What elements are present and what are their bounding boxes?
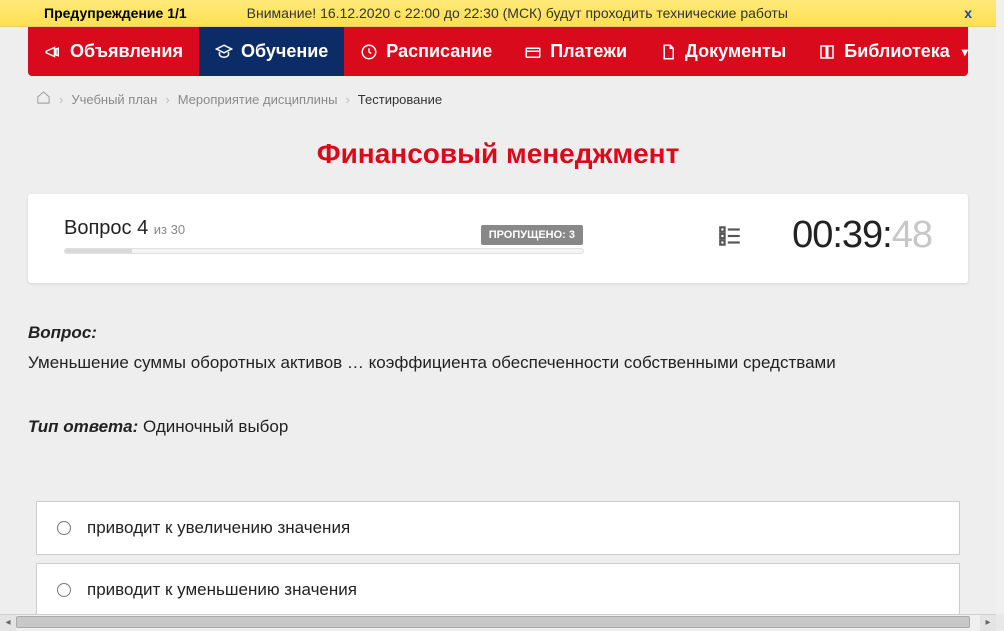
main-nav: Объявления Обучение Расписание Платежи Д… bbox=[28, 27, 968, 76]
scroll-thumb[interactable] bbox=[16, 616, 970, 628]
answer-type: Тип ответа: Одиночный выбор bbox=[28, 417, 968, 437]
alert-title: Предупреждение 1/1 bbox=[44, 5, 187, 21]
nav-label: Документы bbox=[685, 41, 786, 62]
nav-label: Объявления bbox=[70, 41, 183, 62]
question-counter: Вопрос 4 из 30 bbox=[64, 217, 692, 240]
option-label: приводит к уменьшению значения bbox=[87, 580, 357, 600]
page-title: Финансовый менеджмент bbox=[0, 138, 996, 170]
breadcrumb-current: Тестирование bbox=[358, 92, 442, 107]
vertical-scrollbar[interactable] bbox=[996, 0, 1004, 614]
skipped-badge: ПРОПУЩЕНО: 3 bbox=[481, 225, 583, 245]
alert-text: Внимание! 16.12.2020 с 22:00 до 22:30 (М… bbox=[247, 5, 788, 21]
option-row[interactable]: приводит к увеличению значения bbox=[36, 501, 960, 555]
option-row[interactable]: приводит к уменьшению значения bbox=[36, 563, 960, 614]
breadcrumb: › Учебный план › Мероприятие дисциплины … bbox=[0, 76, 996, 122]
question-list-button[interactable] bbox=[716, 222, 744, 250]
nav-payments[interactable]: Платежи bbox=[508, 27, 643, 76]
nav-label: Библиотека bbox=[844, 41, 950, 62]
education-icon bbox=[215, 43, 233, 61]
options-list: приводит к увеличению значения приводит … bbox=[28, 501, 968, 614]
close-icon[interactable]: x bbox=[964, 5, 972, 21]
chevron-down-icon: ▾ bbox=[962, 45, 968, 59]
question-label: Вопрос: bbox=[28, 323, 968, 343]
nav-library[interactable]: Библиотека ▾ bbox=[802, 27, 984, 76]
option-radio[interactable] bbox=[57, 521, 71, 535]
nav-announcements[interactable]: Объявления bbox=[28, 27, 199, 76]
breadcrumb-link[interactable]: Мероприятие дисциплины bbox=[178, 92, 338, 107]
document-icon bbox=[659, 43, 677, 61]
scroll-right-icon[interactable]: ▸ bbox=[980, 615, 996, 631]
nav-education[interactable]: Обучение bbox=[199, 27, 344, 76]
nav-label: Обучение bbox=[241, 41, 328, 62]
question-panel: Вопрос 4 из 30 ПРОПУЩЕНО: 3 00:39:48 bbox=[28, 194, 968, 283]
home-icon[interactable] bbox=[36, 90, 51, 108]
option-label: приводит к увеличению значения bbox=[87, 518, 350, 538]
nav-label: Платежи bbox=[550, 41, 627, 62]
progress-fill bbox=[65, 249, 132, 253]
payment-icon bbox=[524, 43, 542, 61]
book-icon bbox=[818, 43, 836, 61]
option-radio[interactable] bbox=[57, 583, 71, 597]
warning-banner: Предупреждение 1/1 Внимание! 16.12.2020 … bbox=[0, 0, 996, 27]
megaphone-icon bbox=[44, 43, 62, 61]
nav-schedule[interactable]: Расписание bbox=[344, 27, 508, 76]
chevron-right-icon: › bbox=[345, 92, 349, 107]
breadcrumb-link[interactable]: Учебный план bbox=[71, 92, 157, 107]
horizontal-scrollbar[interactable]: ◂ ▸ bbox=[0, 614, 996, 630]
progress-bar: ПРОПУЩЕНО: 3 bbox=[64, 248, 584, 254]
timer: 00:39:48 bbox=[792, 214, 932, 257]
clock-icon bbox=[360, 43, 378, 61]
chevron-right-icon: › bbox=[59, 92, 63, 107]
question-text: Уменьшение суммы оборотных активов … коэ… bbox=[28, 353, 968, 373]
nav-label: Расписание bbox=[386, 41, 492, 62]
chevron-right-icon: › bbox=[165, 92, 169, 107]
scroll-left-icon[interactable]: ◂ bbox=[0, 615, 16, 631]
nav-documents[interactable]: Документы bbox=[643, 27, 802, 76]
